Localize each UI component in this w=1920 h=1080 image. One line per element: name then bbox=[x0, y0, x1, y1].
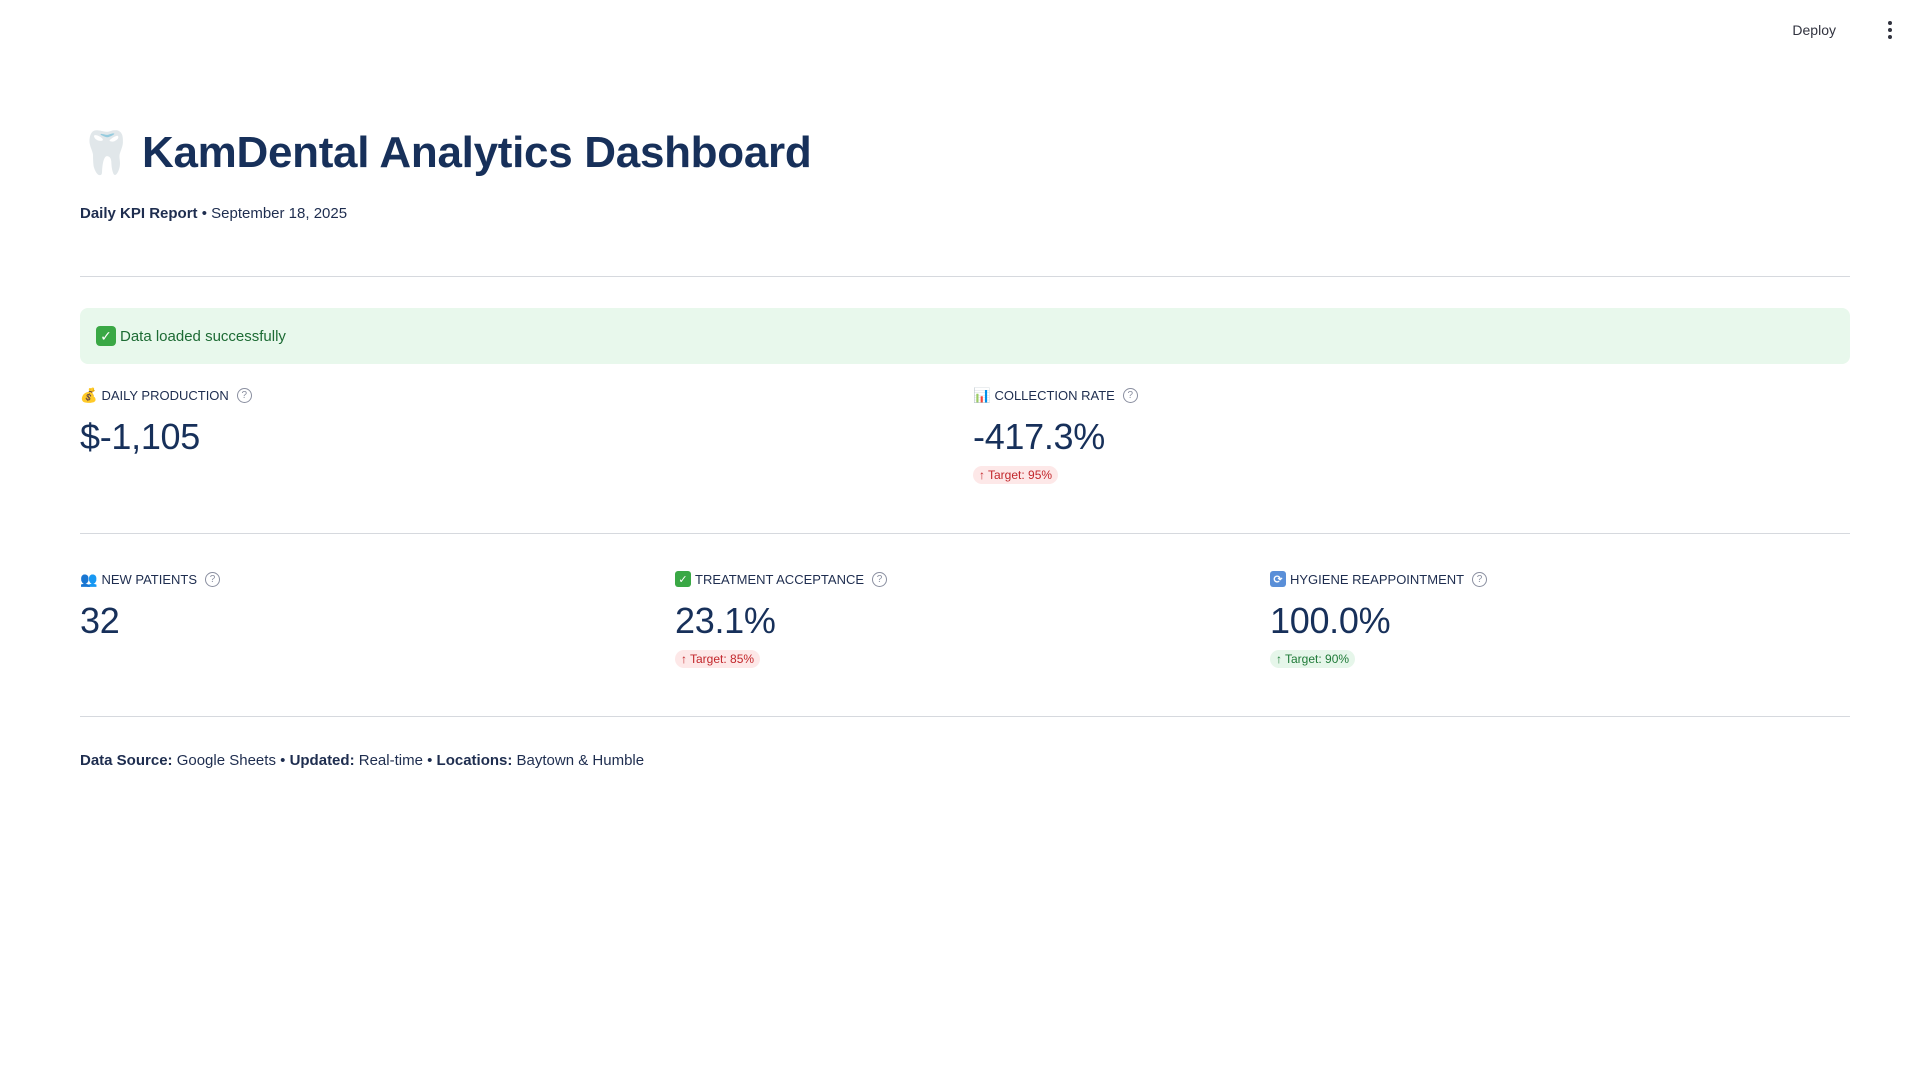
help-icon[interactable]: ? bbox=[236, 387, 252, 403]
footer-source-label: Data Source: bbox=[80, 752, 173, 769]
metric-label: NEW PATIENTS bbox=[101, 571, 198, 587]
page-subtitle: Daily KPI Report • September 18, 2025 bbox=[80, 205, 347, 222]
metric-hygiene-reappointment: ⟳ HYGIENE REAPPOINTMENT ? 100.0% ↑ Targe… bbox=[1270, 570, 1488, 668]
arrow-up-icon: ↑ bbox=[979, 468, 985, 482]
metric-new-patients: 👥 NEW PATIENTS ? 32 bbox=[80, 570, 221, 642]
metric-delta: ↑ Target: 95% bbox=[973, 466, 1059, 484]
metric-collection-rate: 📊 COLLECTION RATE ? -417.3% ↑ Target: 95… bbox=[973, 386, 1138, 484]
delta-text: Target: 85% bbox=[690, 652, 755, 666]
divider bbox=[80, 716, 1850, 717]
metric-delta: ↑ Target: 90% bbox=[1270, 650, 1356, 668]
metric-label: COLLECTION RATE bbox=[994, 387, 1115, 403]
metric-treatment-acceptance: ✓ TREATMENT ACCEPTANCE ? 23.1% ↑ Target:… bbox=[675, 570, 888, 668]
help-icon[interactable]: ? bbox=[205, 571, 221, 587]
divider bbox=[80, 276, 1850, 277]
metric-value: 32 bbox=[80, 600, 120, 641]
success-alert: ✓ Data loaded successfully bbox=[80, 308, 1850, 364]
metric-value: -417.3% bbox=[973, 416, 1105, 457]
tooth-icon: 🦷 bbox=[80, 129, 132, 176]
footer-updated-value: Real-time bbox=[358, 752, 423, 769]
page-title-text: KamDental Analytics Dashboard bbox=[142, 128, 812, 177]
metric-daily-production: 💰 DAILY PRODUCTION ? $-1,105 bbox=[80, 386, 252, 458]
alert-text: Data loaded successfully bbox=[120, 327, 286, 345]
deploy-button[interactable]: Deploy bbox=[1784, 18, 1844, 42]
bar-chart-icon: 📊 bbox=[973, 386, 991, 403]
arrow-up-icon: ↑ bbox=[1276, 652, 1282, 666]
metric-value: 100.0% bbox=[1270, 600, 1391, 641]
footer-locations-label: Locations: bbox=[436, 752, 513, 769]
help-icon[interactable]: ? bbox=[1472, 571, 1488, 587]
footer-info: Data Source: Google Sheets • Updated: Re… bbox=[80, 752, 644, 769]
metric-label: TREATMENT ACCEPTANCE bbox=[695, 571, 865, 587]
metric-label-row: ⟳ HYGIENE REAPPOINTMENT ? bbox=[1270, 570, 1488, 588]
metric-label-row: 👥 NEW PATIENTS ? bbox=[80, 570, 221, 588]
vertical-ellipsis-icon[interactable] bbox=[1882, 20, 1898, 40]
report-date: September 18, 2025 bbox=[211, 205, 348, 222]
page-title: 🦷 KamDental Analytics Dashboard bbox=[80, 128, 812, 178]
footer-locations-value: Baytown & Humble bbox=[516, 752, 645, 769]
metric-label-row: ✓ TREATMENT ACCEPTANCE ? bbox=[675, 570, 888, 588]
top-bar: Deploy bbox=[0, 0, 1920, 60]
check-icon: ✓ bbox=[96, 326, 116, 346]
help-icon[interactable]: ? bbox=[1122, 387, 1138, 403]
report-label: Daily KPI Report bbox=[80, 205, 198, 222]
metric-label-row: 💰 DAILY PRODUCTION ? bbox=[80, 386, 252, 404]
metric-value: $-1,105 bbox=[80, 416, 200, 457]
check-icon: ✓ bbox=[675, 571, 691, 587]
metric-delta: ↑ Target: 85% bbox=[675, 650, 761, 668]
delta-text: Target: 90% bbox=[1285, 652, 1350, 666]
footer-separator: • bbox=[280, 752, 286, 769]
money-bag-icon: 💰 bbox=[80, 386, 98, 403]
footer-separator: • bbox=[427, 752, 433, 769]
metric-label: DAILY PRODUCTION bbox=[101, 387, 229, 403]
footer-updated-label: Updated: bbox=[289, 752, 355, 769]
footer-source-value: Google Sheets bbox=[176, 752, 276, 769]
metric-label-row: 📊 COLLECTION RATE ? bbox=[973, 386, 1138, 404]
metric-label: HYGIENE REAPPOINTMENT bbox=[1290, 571, 1465, 587]
arrow-up-icon: ↑ bbox=[681, 652, 687, 666]
metric-value: 23.1% bbox=[675, 600, 776, 641]
subtitle-separator: • bbox=[201, 205, 207, 222]
help-icon[interactable]: ? bbox=[872, 571, 888, 587]
people-icon: 👥 bbox=[80, 570, 98, 587]
divider bbox=[80, 533, 1850, 534]
delta-text: Target: 95% bbox=[988, 468, 1053, 482]
refresh-icon: ⟳ bbox=[1270, 571, 1286, 587]
